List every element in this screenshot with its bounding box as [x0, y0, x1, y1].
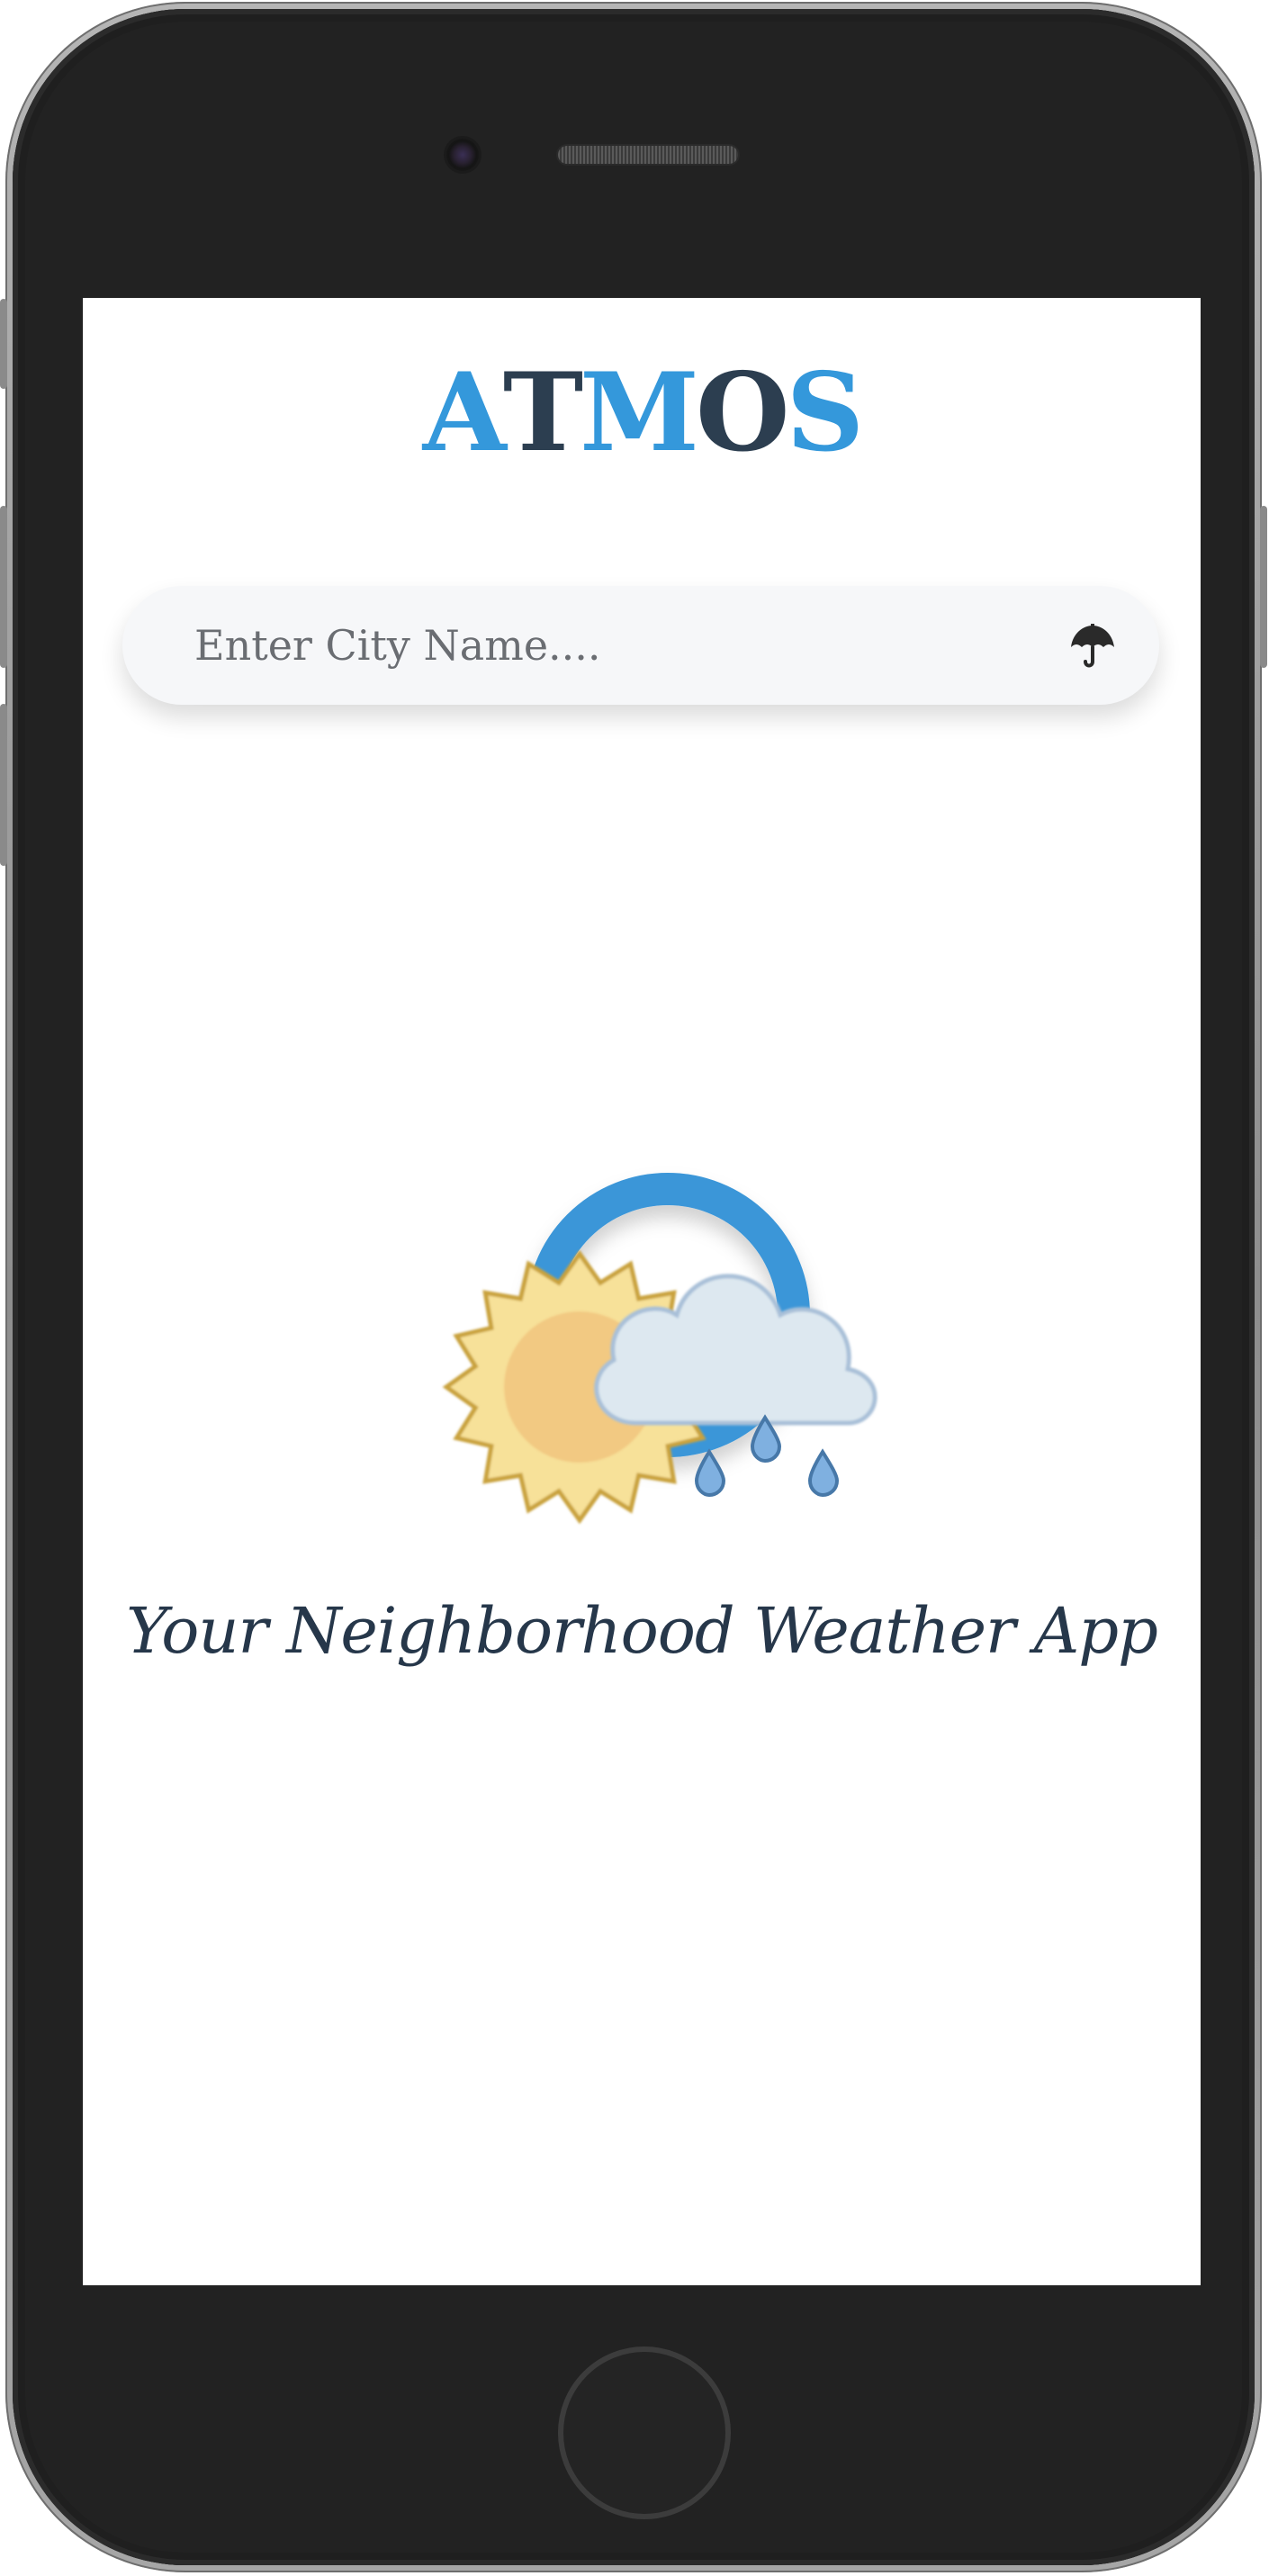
home-button[interactable]	[558, 2346, 731, 2519]
volume-down-button	[0, 704, 7, 866]
volume-up-button	[0, 506, 7, 668]
logo-letter: S	[786, 349, 865, 476]
power-button	[1260, 506, 1267, 668]
phone-frame: ATMOS Enter City Name.... Your Neighborh…	[0, 2, 1267, 2572]
earpiece-speaker	[558, 146, 738, 164]
mute-switch	[0, 299, 7, 389]
logo-letter: A	[422, 349, 507, 476]
logo-letter: T	[502, 349, 583, 476]
logo-letter: M	[580, 349, 699, 476]
umbrella-icon	[1071, 624, 1114, 668]
front-camera	[446, 139, 479, 171]
search-submit-button[interactable]	[1066, 618, 1120, 672]
app-tagline: Your Neighborhood Weather App	[126, 1594, 1158, 1668]
app-logo: ATMOS	[83, 359, 1201, 467]
city-search-input[interactable]	[158, 604, 1022, 687]
search-bar	[122, 586, 1159, 705]
app-screen: ATMOS Enter City Name.... Your Neighborh…	[83, 298, 1201, 2285]
phone-bezel: ATMOS Enter City Name.... Your Neighborh…	[13, 9, 1255, 2565]
logo-letter: O	[696, 349, 790, 476]
